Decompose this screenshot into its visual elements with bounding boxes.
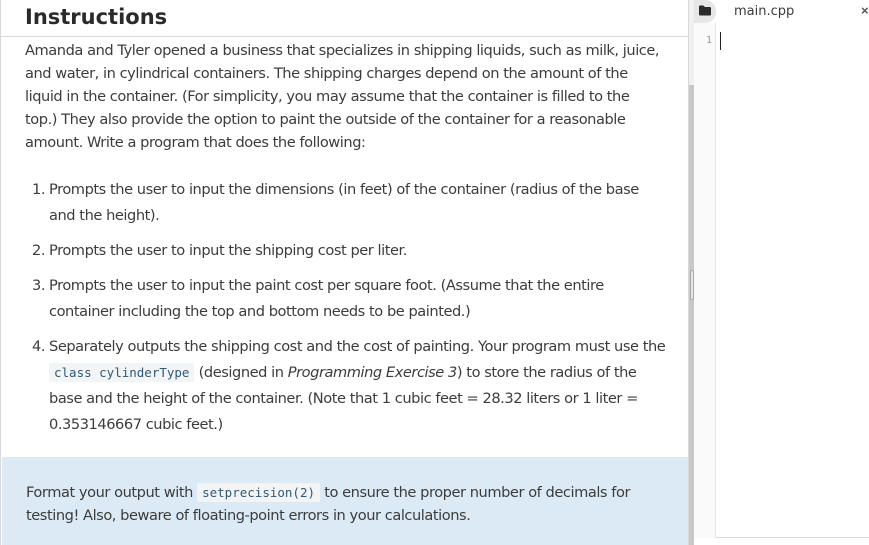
step-text: Prompts the user to input the paint cost…: [49, 277, 604, 320]
line-number: 1: [705, 35, 712, 46]
list-item: 1. Prompts the user to input the dimensi…: [25, 177, 666, 229]
step-text-part: (designed in: [194, 364, 288, 381]
note-text-part: Format your output with: [26, 484, 198, 501]
note-text: Format your output with setprecision(2) …: [26, 481, 646, 527]
instructions-header: Instructions: [1, 0, 688, 37]
folder-icon: [699, 5, 711, 16]
list-item: 3. Prompts the user to input the paint c…: [25, 273, 666, 325]
file-tab-main-cpp[interactable]: main.cpp: [734, 4, 794, 19]
step-number: 2.: [32, 242, 46, 259]
step-text-part: Separately outputs the shipping cost and…: [49, 338, 666, 355]
line-number-gutter: 1: [694, 23, 716, 538]
step-number: 1.: [32, 181, 46, 198]
step-text: Separately outputs the shipping cost and…: [49, 334, 666, 438]
inline-code: setprecision(2): [197, 483, 320, 502]
instructions-body: Amanda and Tyler opened a business that …: [1, 37, 688, 438]
page-title: Instructions: [25, 5, 168, 29]
instructions-panel: Instructions Amanda and Tyler opened a b…: [0, 0, 689, 545]
step-number: 3.: [32, 277, 46, 294]
file-browser-button[interactable]: [694, 0, 716, 23]
list-item: 4. Separately outputs the shipping cost …: [25, 334, 666, 438]
list-item: 2. Prompts the user to input the shippin…: [25, 238, 666, 264]
editor-tab-bar: main.cpp ×: [694, 0, 869, 23]
emphasis-text: Programming Exercise 3: [287, 364, 458, 381]
step-text: Prompts the user to input the dimensions…: [49, 181, 639, 224]
inline-code: class cylinderType: [49, 363, 195, 382]
text-cursor: [720, 32, 721, 50]
step-number: 4.: [32, 338, 46, 355]
note-box: Format your output with setprecision(2) …: [2, 457, 688, 545]
intro-paragraph: Amanda and Tyler opened a business that …: [25, 42, 660, 151]
steps-list: 1. Prompts the user to input the dimensi…: [25, 177, 666, 438]
step-text: Prompts the user to input the shipping c…: [49, 242, 407, 259]
code-editor[interactable]: 1: [694, 23, 869, 538]
close-icon[interactable]: ×: [861, 3, 869, 18]
